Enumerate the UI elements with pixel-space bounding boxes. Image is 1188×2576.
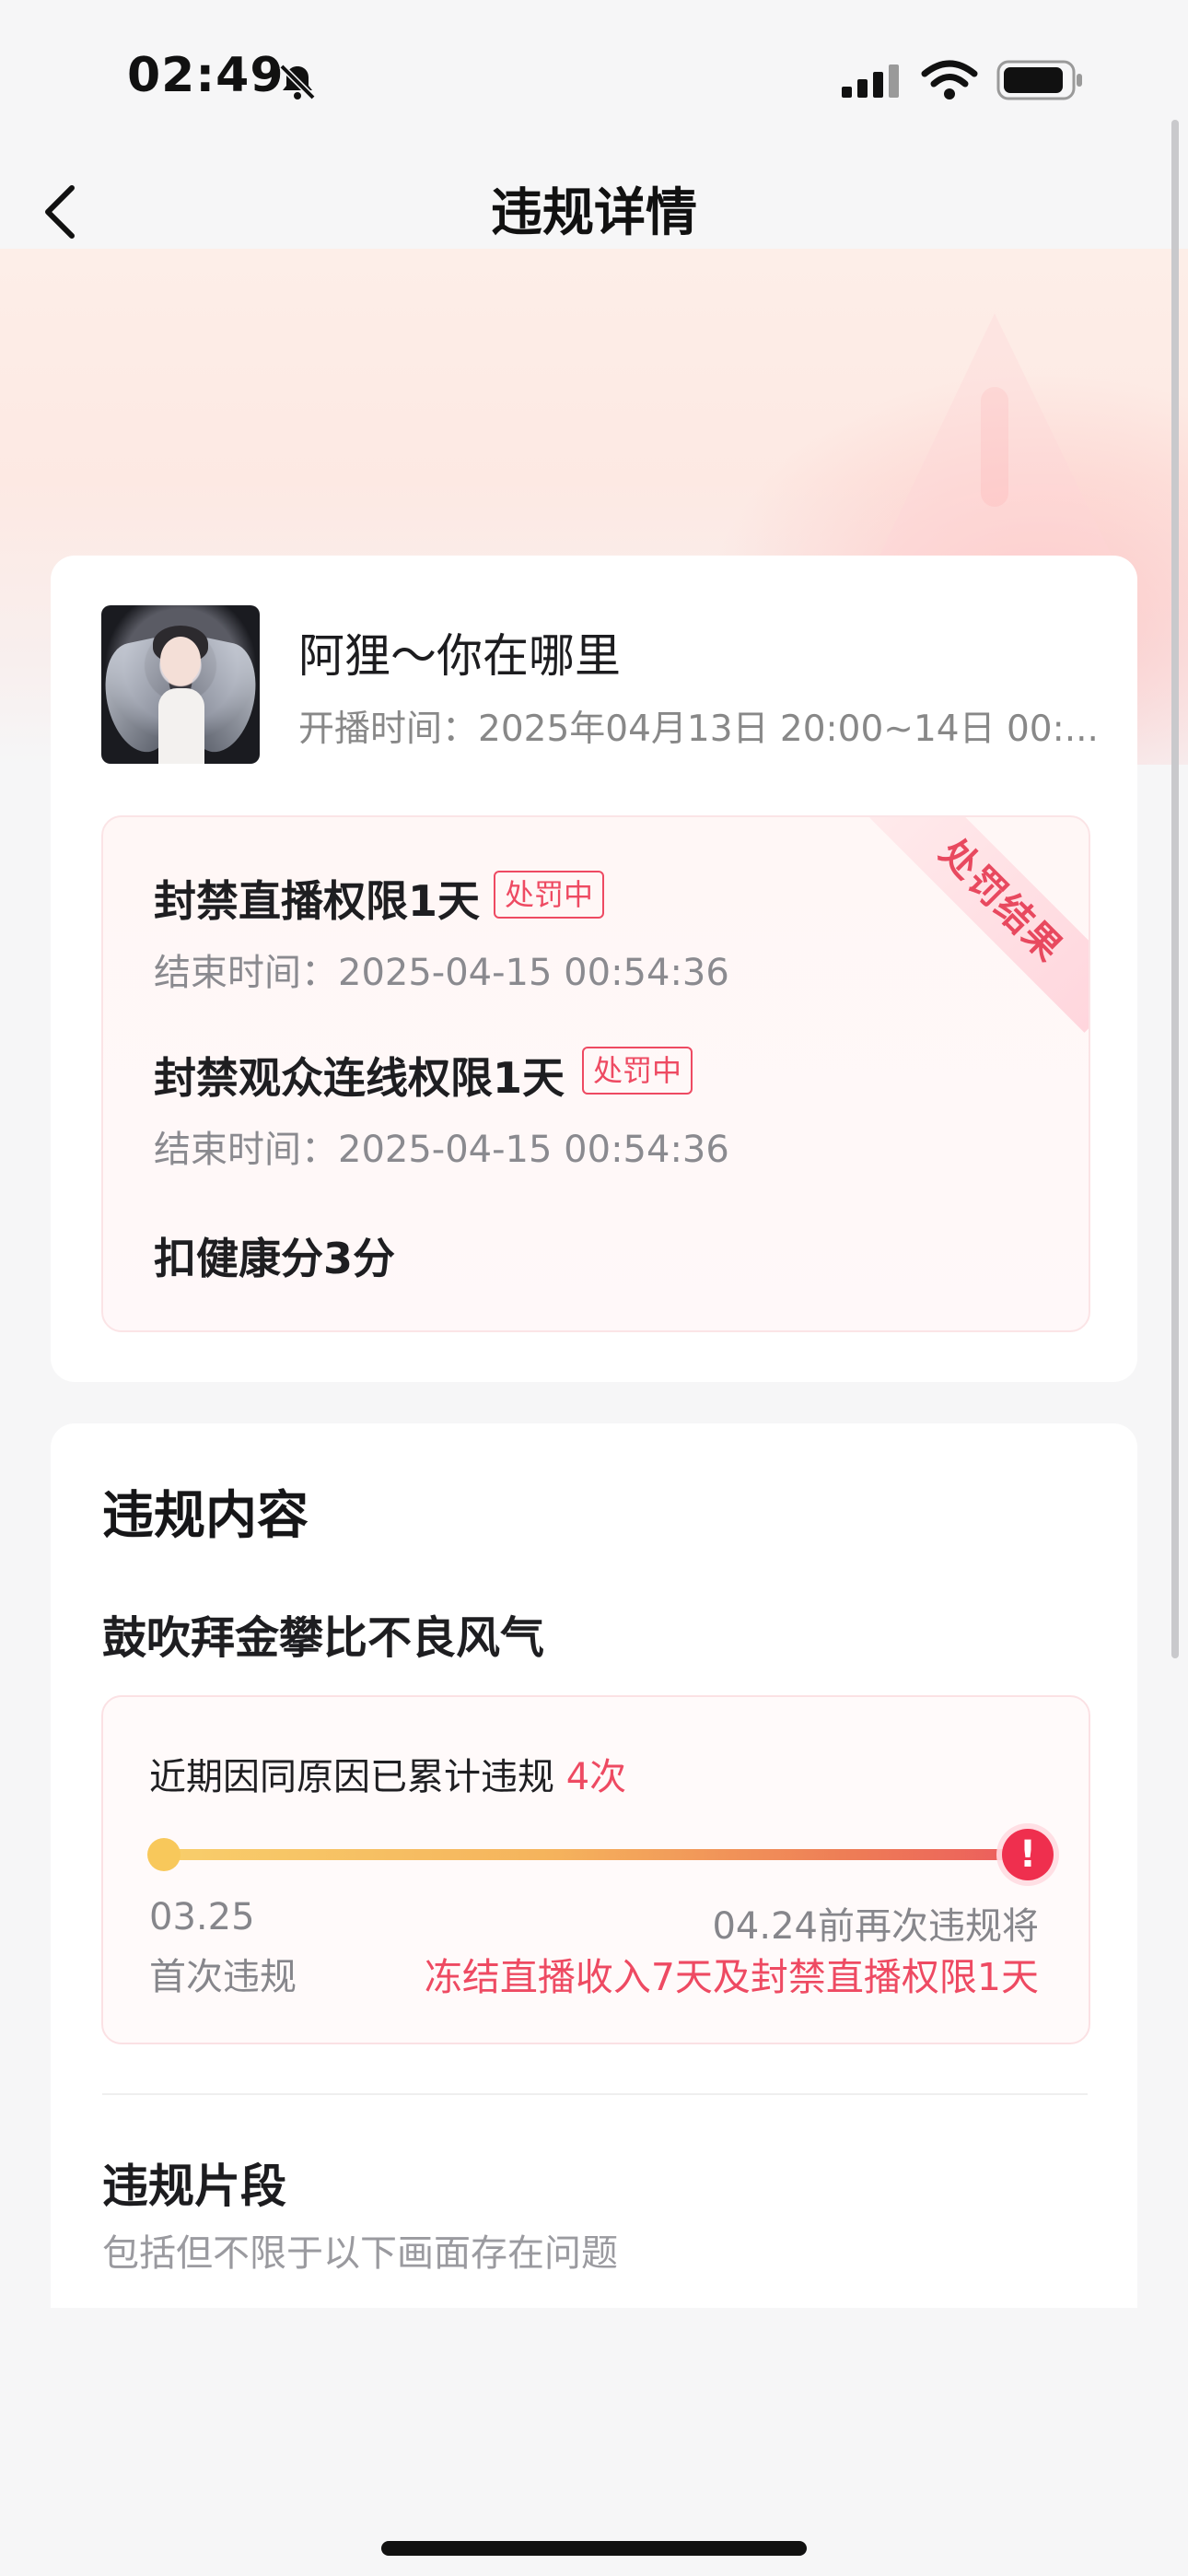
violation-consequence: 冻结直播收入7天及封禁直播权限1天 — [424, 1955, 1039, 1999]
penalty-end-time: 结束时间：2025-04-15 00:54:36 — [154, 952, 729, 994]
violation-reason: 鼓吹拜金攀比不良风气 — [102, 1612, 545, 1664]
violation-count-value: 4次 — [565, 1756, 627, 1798]
violation-clips-subtitle: 包括但不限于以下画面存在问题 — [102, 2232, 618, 2275]
health-score-deduction: 扣健康分3分 — [154, 1234, 396, 1283]
penalty-item-title: 封禁观众连线权限1天 — [154, 1053, 565, 1103]
penalty-end-time: 结束时间：2025-04-15 00:54:36 — [154, 1129, 729, 1171]
violation-count-text: 近期因同原因已累计违规 4次 — [149, 1747, 626, 1800]
violation-progress-track — [164, 1849, 1026, 1860]
penalty-status-badge: 处罚中 — [582, 1047, 693, 1095]
live-time: 开播时间：2025年04月13日 20:00~14日 00:... — [298, 708, 1099, 750]
violation-deadline: 04.24前再次违规将 — [712, 1905, 1039, 1948]
violation-clips-title: 违规片段 — [102, 2160, 286, 2213]
violation-section-title: 违规内容 — [102, 1486, 309, 1546]
first-violation-marker — [147, 1838, 181, 1871]
status-time: 02:49 — [127, 48, 285, 103]
wifi-icon — [921, 60, 978, 100]
penalty-status-badge: 处罚中 — [494, 871, 605, 919]
violation-count-label: 近期因同原因已累计违规 — [149, 1756, 554, 1798]
cellular-signal-icon — [842, 64, 899, 98]
alert-icon: ! — [1002, 1829, 1054, 1880]
stream-cover-image — [101, 605, 260, 764]
bell-slash-icon — [279, 64, 316, 100]
first-violation-label: 首次违规 — [149, 1956, 297, 1998]
penalty-result-ribbon: 处罚结果 — [869, 817, 1089, 1033]
scrollbar[interactable] — [1171, 120, 1179, 1658]
home-indicator[interactable] — [381, 2541, 807, 2556]
battery-icon — [996, 60, 1082, 100]
penalty-item-title: 封禁直播权限1天 — [154, 876, 481, 926]
anchor-name: 阿狸～你在哪里 — [298, 629, 621, 683]
divider — [102, 2093, 1088, 2095]
first-violation-date: 03.25 — [149, 1896, 255, 1938]
page-title: 违规详情 — [491, 183, 697, 243]
